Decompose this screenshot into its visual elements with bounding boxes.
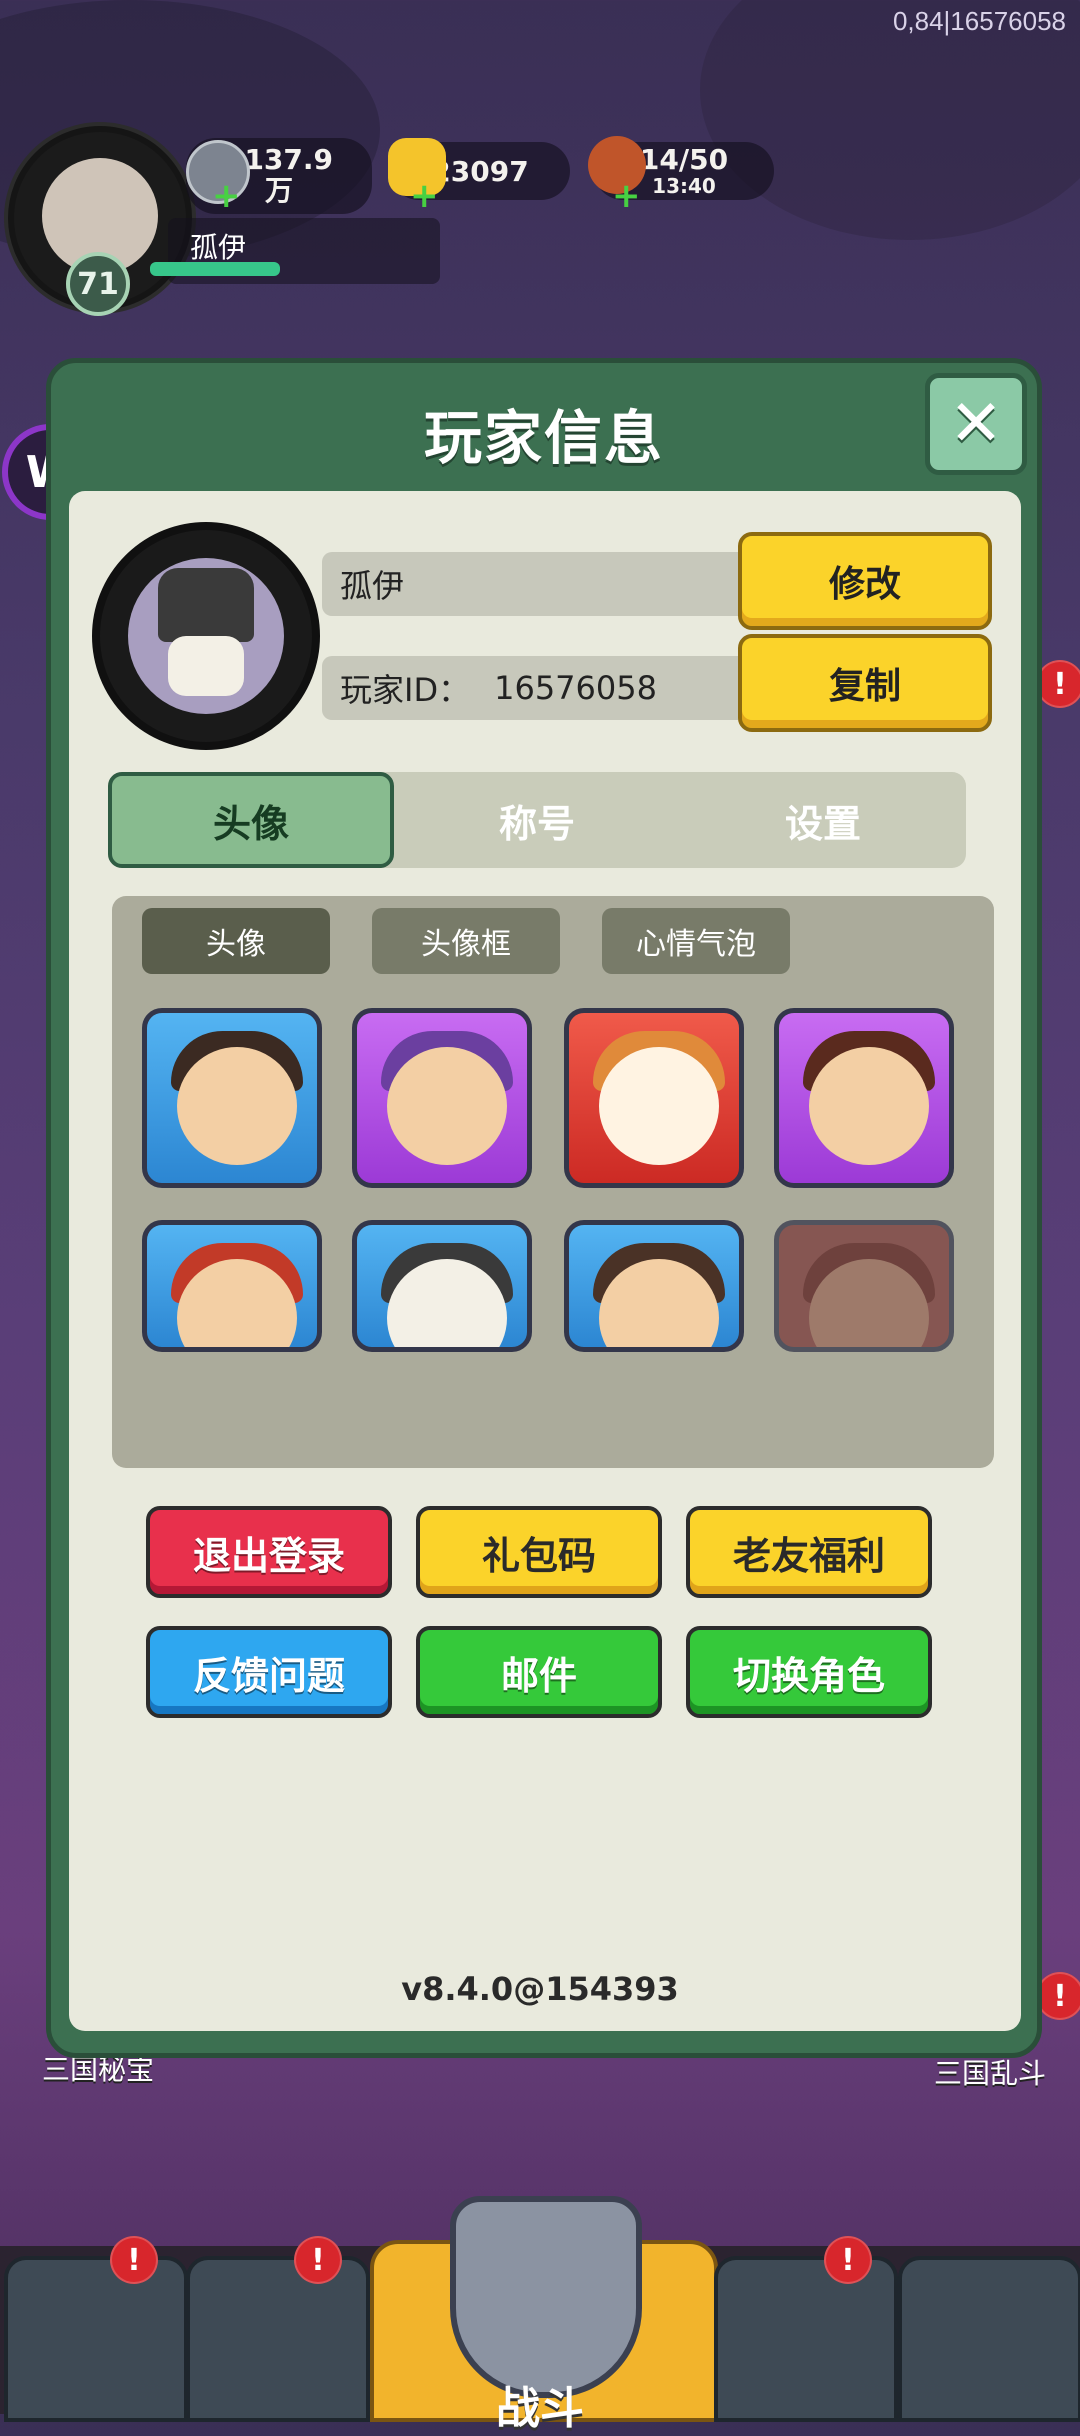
avatar-tile-2[interactable] xyxy=(352,1008,532,1188)
avatar-tile-4[interactable] xyxy=(774,1008,954,1188)
tab-settings[interactable]: 设置 xyxy=(680,772,966,868)
avatar-tile-8-locked[interactable] xyxy=(774,1220,954,1352)
avatar-tile-3[interactable] xyxy=(564,1008,744,1188)
copy-button[interactable]: 复制 xyxy=(738,634,992,732)
subtab-mood-bubble[interactable]: 心情气泡 xyxy=(602,908,790,974)
avatar-tile-7[interactable] xyxy=(564,1220,744,1352)
alert-icon: ! xyxy=(1036,660,1080,708)
player-id-label: 玩家ID： xyxy=(340,671,471,709)
subtab-avatar-frame[interactable]: 头像框 xyxy=(372,908,560,974)
panel-title: 玩家信息 xyxy=(423,404,664,472)
avatar-tile-6[interactable] xyxy=(352,1220,532,1352)
crossed-swords-shield-icon xyxy=(450,2196,642,2398)
tab-title[interactable]: 称号 xyxy=(394,772,680,868)
silver-unit: 万 xyxy=(264,174,293,207)
subtab-avatar[interactable]: 头像 xyxy=(142,908,330,974)
player-level-badge: 71 xyxy=(66,252,130,316)
alert-icon: ! xyxy=(824,2236,872,2284)
add-gold-icon[interactable]: + xyxy=(410,176,439,216)
avatar-tile-1[interactable] xyxy=(142,1008,322,1188)
mail-button[interactable]: 邮件 xyxy=(416,1626,662,1718)
add-stamina-icon[interactable]: + xyxy=(612,176,641,216)
tab-avatar[interactable]: 头像 xyxy=(108,772,394,868)
tab-bar: 头像 称号 设置 xyxy=(108,772,966,868)
server-id-text: 0,84|16576058 xyxy=(892,6,1066,36)
old-friend-benefits-button[interactable]: 老友福利 xyxy=(686,1506,932,1598)
close-icon: ✕ xyxy=(949,387,1003,461)
version-text: v8.4.0@154393 xyxy=(401,1970,679,2008)
close-button[interactable]: ✕ xyxy=(925,373,1027,475)
gift-code-button[interactable]: 礼包码 xyxy=(416,1506,662,1598)
modify-button[interactable]: 修改 xyxy=(738,532,992,630)
player-id-field: 玩家ID： 16576058 xyxy=(322,656,752,720)
player-id-value: 16576058 xyxy=(494,669,657,707)
switch-role-button[interactable]: 切换角色 xyxy=(686,1626,932,1718)
exp-bar xyxy=(150,262,280,276)
nav-horn-button[interactable] xyxy=(714,2256,898,2422)
player-avatar-large xyxy=(92,522,320,750)
alert-icon: ! xyxy=(110,2236,158,2284)
logout-button[interactable]: 退出登录 xyxy=(146,1506,392,1598)
side-label-right[interactable]: 三国乱斗 xyxy=(934,2052,1046,2092)
stamina-value: 14/50 xyxy=(639,142,729,176)
add-silver-icon[interactable]: + xyxy=(212,176,241,216)
nav-fist-button[interactable] xyxy=(898,2256,1080,2422)
player-name-field: 孤伊 xyxy=(322,552,752,616)
feedback-button[interactable]: 反馈问题 xyxy=(146,1626,392,1718)
alert-icon: ! xyxy=(294,2236,342,2284)
avatar-tile-5[interactable] xyxy=(142,1220,322,1352)
stamina-timer: 13:40 xyxy=(652,174,716,199)
player-name-hud: 孤伊 xyxy=(190,231,247,264)
